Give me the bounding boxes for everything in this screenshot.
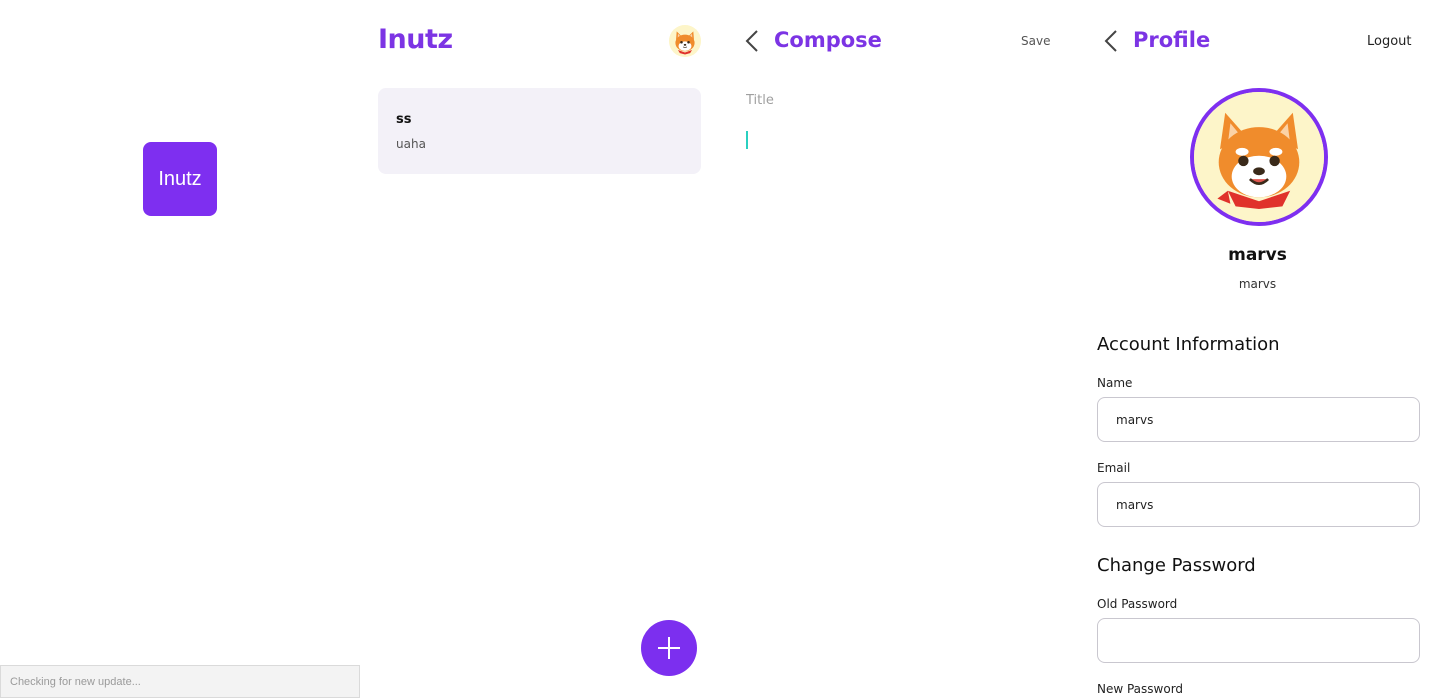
profile-avatar-button[interactable] xyxy=(669,25,701,57)
add-note-button[interactable] xyxy=(641,620,697,676)
chevron-left-icon[interactable] xyxy=(1104,29,1118,53)
old-password-field[interactable] xyxy=(1097,618,1420,663)
new-password-label: New Password xyxy=(1097,682,1184,696)
change-password-heading: Change Password xyxy=(1097,555,1256,576)
profile-avatar[interactable] xyxy=(1190,88,1328,226)
name-label: Name xyxy=(1097,376,1133,390)
note-title-input[interactable] xyxy=(746,93,1046,108)
account-information-heading: Account Information xyxy=(1097,334,1280,355)
notes-screen: Inutz ss uaha xyxy=(360,0,719,698)
note-card[interactable]: ss uaha xyxy=(378,88,701,174)
shiba-avatar-icon xyxy=(669,25,701,57)
logout-button[interactable]: Logout xyxy=(1367,34,1412,49)
profile-screen: Profile Logout marvs marvs Account Infor… xyxy=(1078,0,1437,698)
app-title: Inutz xyxy=(378,24,453,55)
profile-username: marvs xyxy=(1238,277,1277,291)
note-title: ss xyxy=(396,112,412,127)
splash-screen: Inutz Checking for new update... xyxy=(0,0,360,698)
old-password-label: Old Password xyxy=(1097,597,1178,611)
name-field[interactable] xyxy=(1097,397,1420,442)
update-status-bar: Checking for new update... xyxy=(0,665,360,698)
note-body: uaha xyxy=(396,137,426,151)
email-label: Email xyxy=(1097,461,1131,475)
body-text-cursor[interactable] xyxy=(746,131,748,149)
compose-title: Compose xyxy=(774,28,882,52)
shiba-avatar-icon xyxy=(1194,92,1324,222)
save-button[interactable]: Save xyxy=(1021,34,1050,48)
compose-screen: Compose Save xyxy=(719,0,1078,698)
profile-display-name: marvs xyxy=(1228,245,1287,265)
chevron-left-icon[interactable] xyxy=(745,29,759,53)
plus-icon xyxy=(658,637,680,659)
profile-title: Profile xyxy=(1133,28,1211,52)
email-field[interactable] xyxy=(1097,482,1420,527)
app-logo: Inutz xyxy=(143,142,217,216)
